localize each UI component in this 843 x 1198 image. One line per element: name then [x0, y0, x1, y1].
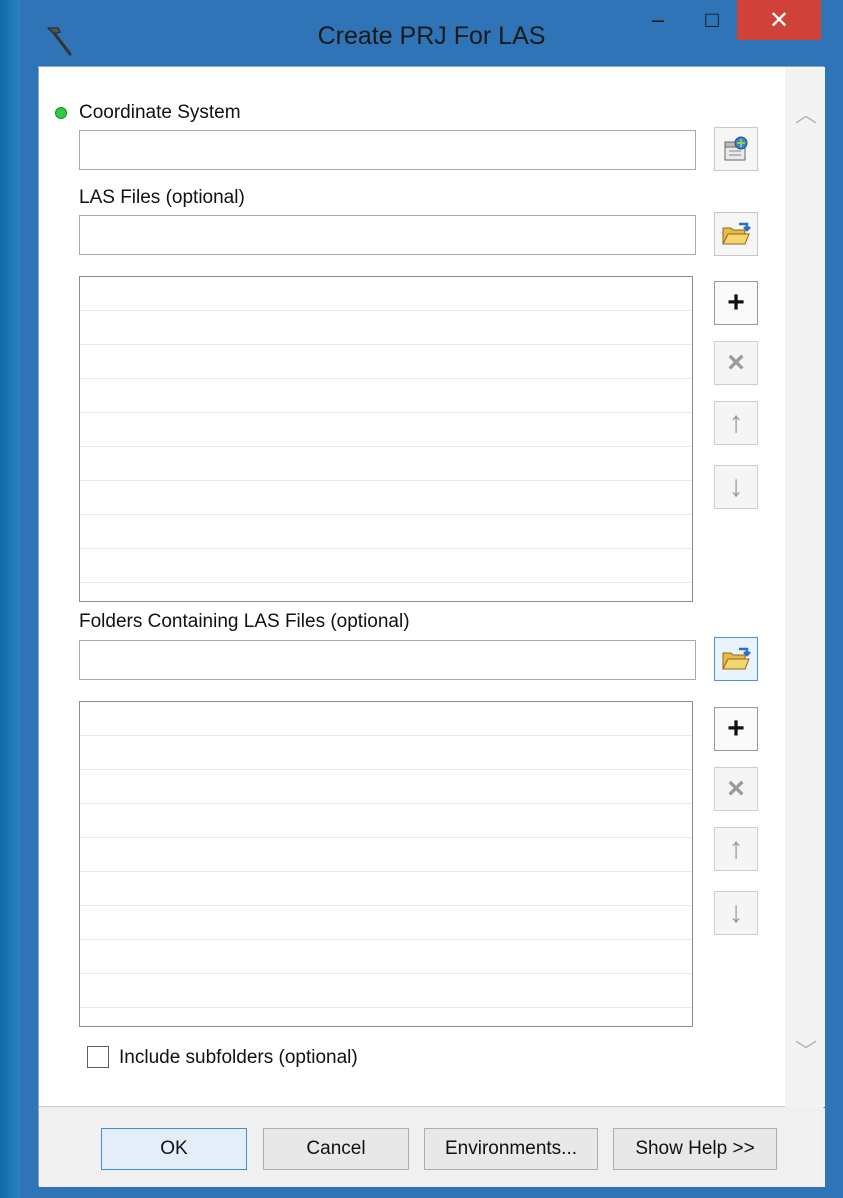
- dialog-footer: OK Cancel Environments... Show Help >>: [39, 1108, 825, 1187]
- list-item[interactable]: [80, 702, 692, 736]
- las-files-browse-button[interactable]: [714, 212, 758, 256]
- include-subfolders-label: Include subfolders (optional): [119, 1047, 358, 1068]
- ok-button[interactable]: OK: [101, 1128, 247, 1170]
- spatial-reference-icon: [724, 136, 748, 161]
- chevron-down-icon[interactable]: ﹀: [795, 1041, 817, 1063]
- plus-icon: +: [727, 286, 745, 319]
- open-folder-icon: [722, 222, 751, 245]
- list-item[interactable]: [80, 549, 692, 583]
- list-item[interactable]: [80, 515, 692, 549]
- las-files-list[interactable]: [79, 276, 693, 602]
- list-item[interactable]: [80, 447, 692, 481]
- list-item[interactable]: [80, 736, 692, 770]
- list-item[interactable]: [80, 481, 692, 515]
- folders-label: Folders Containing LAS Files (optional): [79, 611, 410, 632]
- list-item[interactable]: [80, 872, 692, 906]
- folders-browse-button[interactable]: [714, 637, 758, 681]
- show-help-button[interactable]: Show Help >>: [613, 1128, 777, 1170]
- las-move-up-button[interactable]: ↑: [714, 401, 758, 445]
- las-remove-button[interactable]: ×: [714, 341, 758, 385]
- list-item[interactable]: [80, 974, 692, 1008]
- arrow-up-icon: ↑: [728, 406, 744, 439]
- open-folder-icon: [722, 647, 751, 670]
- tool-dialog-window: Create PRJ For LAS – □ ✕ Coordinate Syst…: [20, 0, 843, 1198]
- arrow-down-icon: ↓: [728, 470, 744, 503]
- list-item[interactable]: [80, 311, 692, 345]
- maximize-icon: □: [705, 7, 719, 32]
- plus-icon: +: [727, 712, 745, 745]
- las-add-button[interactable]: +: [714, 281, 758, 325]
- cancel-button[interactable]: Cancel: [263, 1128, 409, 1170]
- list-item[interactable]: [80, 413, 692, 447]
- arrow-down-icon: ↓: [728, 896, 744, 929]
- vertical-scrollbar[interactable]: ︿ ﹀: [785, 67, 825, 1107]
- list-item[interactable]: [80, 345, 692, 379]
- close-button[interactable]: ✕: [737, 0, 821, 40]
- list-item[interactable]: [80, 838, 692, 872]
- las-files-label: LAS Files (optional): [79, 187, 245, 208]
- list-item[interactable]: [80, 804, 692, 838]
- required-indicator-icon: [55, 107, 67, 119]
- folders-move-up-button[interactable]: ↑: [714, 827, 758, 871]
- include-subfolders-checkbox[interactable]: [87, 1046, 109, 1068]
- environments-button[interactable]: Environments...: [424, 1128, 598, 1170]
- close-icon: ✕: [768, 6, 790, 34]
- list-item[interactable]: [80, 379, 692, 413]
- list-item[interactable]: [80, 906, 692, 940]
- parameters-panel[interactable]: Coordinate System LAS Files (optional) +…: [39, 67, 825, 1107]
- folders-input[interactable]: [79, 640, 696, 680]
- folders-move-down-button[interactable]: ↓: [714, 891, 758, 935]
- remove-icon: ×: [727, 772, 745, 805]
- chevron-up-icon[interactable]: ︿: [795, 104, 817, 126]
- desktop-background: [0, 0, 20, 1198]
- title-bar[interactable]: Create PRJ For LAS – □ ✕: [20, 0, 843, 66]
- arrow-up-icon: ↑: [728, 832, 744, 865]
- list-item[interactable]: [80, 940, 692, 974]
- list-item[interactable]: [80, 277, 692, 311]
- coordinate-system-input[interactable]: [79, 130, 696, 170]
- remove-icon: ×: [727, 346, 745, 379]
- folders-remove-button[interactable]: ×: [714, 767, 758, 811]
- list-item[interactable]: [80, 770, 692, 804]
- minimize-icon: –: [651, 7, 665, 32]
- folders-list[interactable]: [79, 701, 693, 1027]
- las-move-down-button[interactable]: ↓: [714, 465, 758, 509]
- dialog-client-area: Coordinate System LAS Files (optional) +…: [38, 66, 825, 1187]
- coordinate-system-label: Coordinate System: [79, 102, 241, 123]
- las-files-input[interactable]: [79, 215, 696, 255]
- folders-add-button[interactable]: +: [714, 707, 758, 751]
- coordinate-system-picker-button[interactable]: [714, 127, 758, 171]
- maximize-button[interactable]: □: [690, 0, 734, 40]
- minimize-button[interactable]: –: [636, 0, 680, 40]
